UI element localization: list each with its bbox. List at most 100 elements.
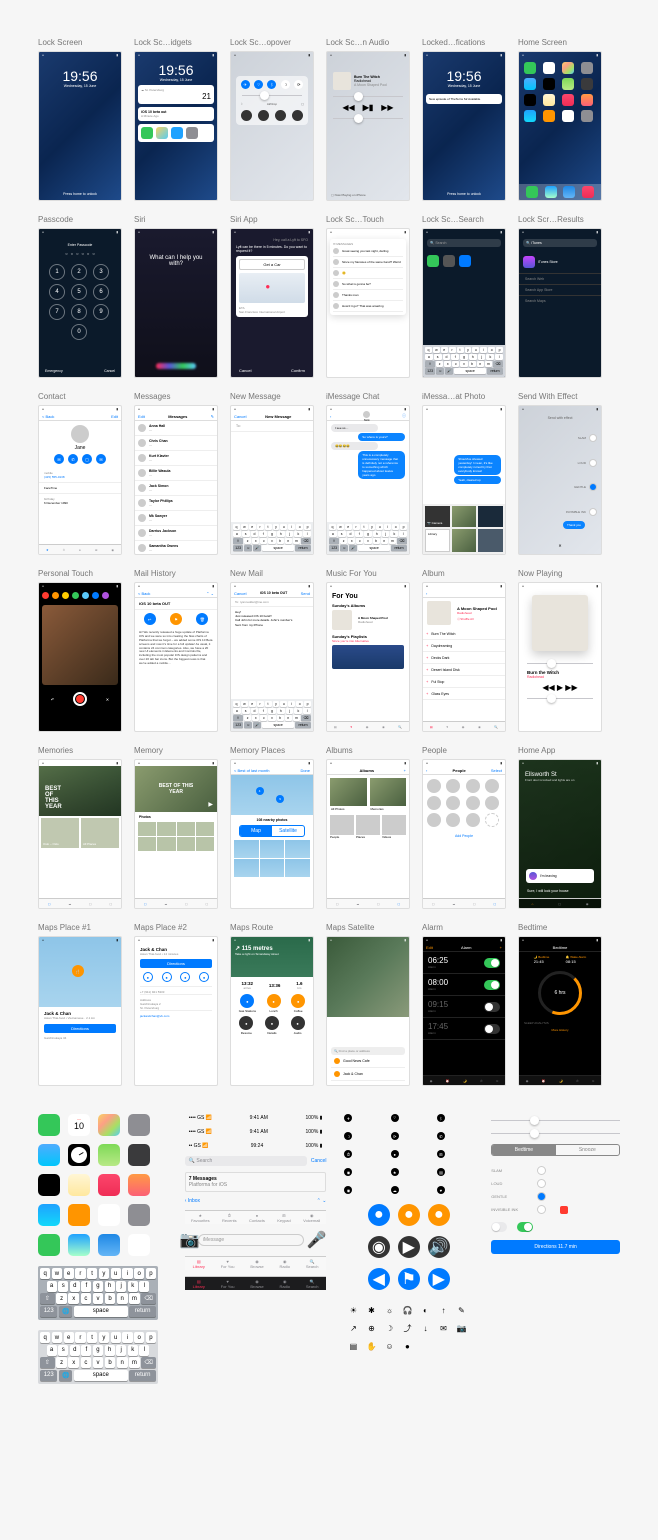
key-b[interactable]: b — [373, 538, 380, 544]
key-p[interactable]: p — [146, 1268, 156, 1279]
add-people[interactable] — [485, 813, 499, 827]
appicon-music[interactable] — [98, 1174, 120, 1196]
app-phone[interactable] — [526, 186, 538, 198]
key-b[interactable]: b — [105, 1357, 116, 1368]
keyboard-light[interactable]: qwertyuiopasdfghjkl⇧zxcvbnm⌫123🌐spaceret… — [38, 1330, 158, 1384]
appicon-wallet[interactable] — [38, 1174, 60, 1196]
close-button[interactable]: ✕ — [558, 543, 561, 548]
key-w[interactable]: w — [52, 1332, 62, 1343]
app-health[interactable] — [562, 110, 574, 122]
key-f[interactable]: f — [355, 531, 363, 537]
app-weather[interactable] — [524, 78, 536, 90]
app-cal[interactable] — [543, 62, 555, 74]
key-i[interactable]: i — [122, 1332, 132, 1343]
key-w[interactable]: w — [433, 347, 440, 353]
key-v[interactable]: v — [268, 538, 275, 544]
key-z[interactable]: z — [436, 361, 443, 367]
key-s[interactable]: s — [242, 708, 250, 714]
key-f[interactable]: f — [81, 1345, 91, 1356]
key-j[interactable]: j — [382, 531, 390, 537]
key-f[interactable]: f — [81, 1281, 91, 1292]
key-o[interactable]: o — [296, 701, 303, 707]
key-r[interactable]: r — [353, 524, 360, 530]
key-l[interactable]: l — [303, 708, 311, 714]
key-o[interactable]: o — [134, 1332, 144, 1343]
appicon-mail[interactable] — [98, 1234, 120, 1256]
key-t[interactable]: t — [265, 701, 272, 707]
key-c[interactable]: c — [260, 538, 267, 544]
keypad-2[interactable]: 2 — [71, 264, 87, 280]
key-p[interactable]: p — [496, 347, 503, 353]
app-cam[interactable] — [581, 62, 593, 74]
appicon-books[interactable] — [68, 1204, 90, 1226]
effect-LOUD[interactable] — [589, 459, 597, 467]
keypad-8[interactable]: 8 — [71, 304, 87, 320]
key-o[interactable]: o — [134, 1268, 144, 1279]
key-q[interactable]: q — [329, 524, 336, 530]
key-t[interactable]: t — [457, 347, 464, 353]
key-t[interactable]: t — [87, 1332, 97, 1343]
key-x[interactable]: x — [348, 538, 355, 544]
back-button[interactable]: < Back — [42, 414, 54, 419]
key-s[interactable]: s — [58, 1345, 68, 1356]
conversation-row[interactable]: Kurt Klavier— — [135, 451, 217, 466]
key-j[interactable]: j — [286, 531, 294, 537]
key-v[interactable]: v — [364, 538, 371, 544]
key-v[interactable]: v — [460, 361, 467, 367]
key-l[interactable]: l — [495, 354, 503, 360]
key-d[interactable]: d — [251, 531, 259, 537]
key-e[interactable]: e — [64, 1268, 74, 1279]
key-y[interactable]: y — [99, 1268, 109, 1279]
appicon-health[interactable] — [98, 1204, 120, 1226]
key-u[interactable]: u — [472, 347, 479, 353]
app-maps[interactable] — [562, 78, 574, 90]
key-h[interactable]: h — [277, 708, 285, 714]
video-button[interactable]: ▢ — [82, 454, 92, 464]
search-input[interactable]: 🔍 Search — [185, 1156, 307, 1166]
directions-pill[interactable]: Directions 11.7 min — [491, 1240, 620, 1254]
key-z[interactable]: z — [244, 715, 251, 721]
key-b[interactable]: b — [105, 1293, 116, 1304]
key-d[interactable]: d — [347, 531, 355, 537]
key-t[interactable]: t — [361, 524, 368, 530]
appicon-cal[interactable]: —10 — [68, 1114, 90, 1136]
key-q[interactable]: q — [233, 524, 240, 530]
key-c[interactable]: c — [356, 538, 363, 544]
key-j[interactable]: j — [286, 708, 294, 714]
key-r[interactable]: r — [257, 701, 264, 707]
key-y[interactable]: y — [369, 524, 376, 530]
key-z[interactable]: z — [56, 1357, 67, 1368]
key-g[interactable]: g — [268, 708, 276, 714]
key-u[interactable]: u — [111, 1332, 121, 1343]
appicon-weather[interactable] — [38, 1144, 60, 1166]
appicon-appstore[interactable] — [38, 1204, 60, 1226]
key-f[interactable]: f — [451, 354, 459, 360]
cancel-button[interactable]: Cancel — [239, 368, 251, 373]
bt-toggle[interactable]: ᛒ — [267, 80, 276, 89]
key-n[interactable]: n — [117, 1357, 128, 1368]
play-button[interactable]: ▶ — [208, 801, 213, 808]
toggle-off[interactable] — [491, 1222, 507, 1232]
keypad-5[interactable]: 5 — [71, 284, 87, 300]
key-r[interactable]: r — [449, 347, 456, 353]
key-i[interactable]: i — [480, 347, 487, 353]
appicon-msg[interactable] — [38, 1114, 60, 1136]
key-h[interactable]: h — [105, 1345, 115, 1356]
key-d[interactable]: d — [251, 708, 259, 714]
mail-button[interactable]: ✉ — [96, 454, 106, 464]
key-g[interactable]: g — [364, 531, 372, 537]
key-n[interactable]: n — [477, 361, 484, 367]
key-l[interactable]: l — [139, 1281, 149, 1292]
key-n[interactable]: n — [381, 538, 388, 544]
key-m[interactable]: m — [389, 538, 396, 544]
key-a[interactable]: a — [47, 1345, 57, 1356]
lock-toggle[interactable]: ⟳ — [294, 80, 303, 89]
app-appstore[interactable] — [524, 110, 536, 122]
key-q[interactable]: q — [425, 347, 432, 353]
key-q[interactable]: q — [40, 1268, 50, 1279]
appicon-photos[interactable] — [98, 1114, 120, 1136]
app-safari[interactable] — [545, 186, 557, 198]
appicon-safari[interactable] — [68, 1234, 90, 1256]
key-r[interactable]: r — [257, 524, 264, 530]
key-r[interactable]: r — [75, 1268, 85, 1279]
